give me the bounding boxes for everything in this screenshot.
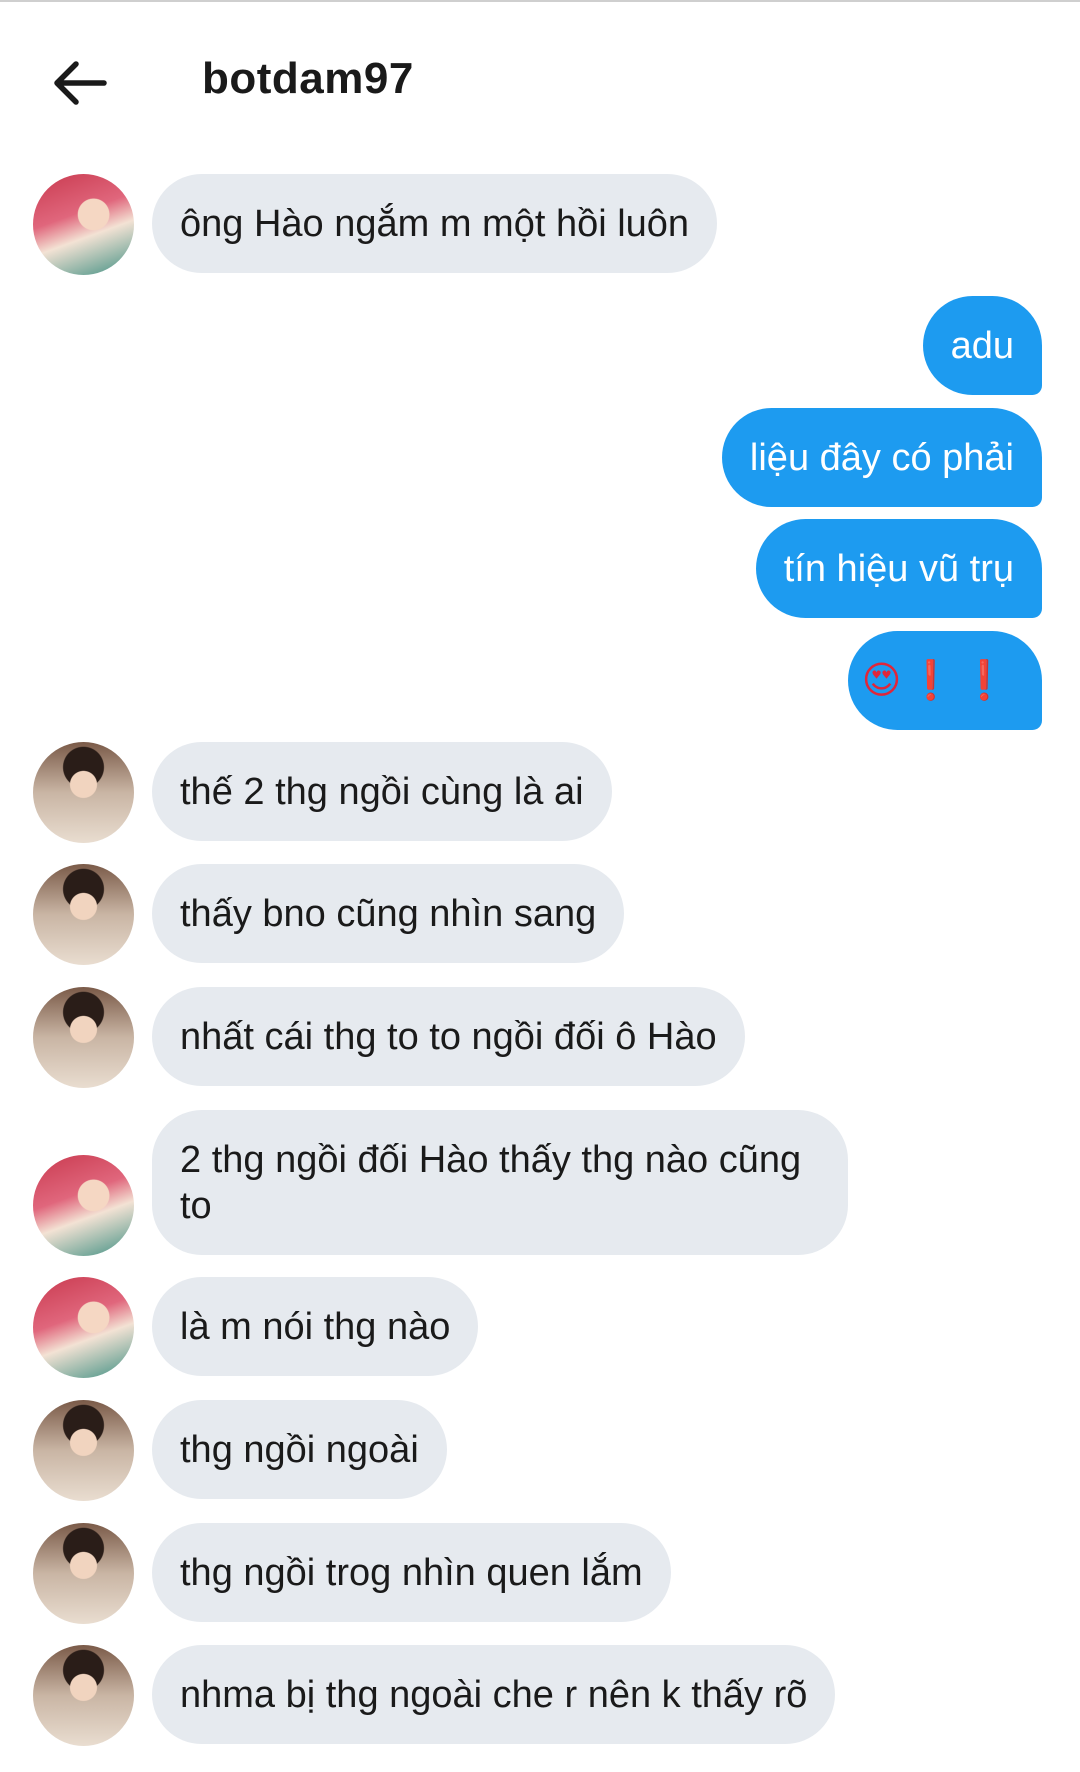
outgoing-message[interactable]: adu <box>922 296 1042 395</box>
avatar[interactable] <box>33 1277 134 1378</box>
avatar[interactable] <box>33 1645 134 1746</box>
avatar[interactable] <box>33 864 134 965</box>
message-text: là m nói thg nào <box>180 1305 451 1348</box>
outgoing-message[interactable]: liệu đây có phải <box>721 408 1042 507</box>
chat-header: botdam97 <box>0 30 1080 130</box>
message-text: adu <box>950 324 1014 367</box>
message-text: 2 thg ngồi đối Hào thấy thg nào cũng to <box>180 1138 802 1227</box>
incoming-message[interactable]: nhất cái thg to to ngồi đối ô Hào <box>152 987 745 1086</box>
incoming-message[interactable]: là m nói thg nào <box>152 1277 479 1376</box>
message-text: thế 2 thg ngồi cùng là ai <box>180 770 584 813</box>
incoming-message[interactable]: thấy bno cũng nhìn sang <box>152 864 625 963</box>
incoming-message[interactable]: ông Hào ngắm m một hồi luôn <box>152 174 718 273</box>
message-text: tín hiệu vũ trụ <box>783 547 1014 590</box>
message-text: nhất cái thg to to ngồi đối ô Hào <box>180 1015 717 1058</box>
status-divider <box>0 0 1080 2</box>
avatar[interactable] <box>33 742 134 843</box>
message-text: ông Hào ngắm m một hồi luôn <box>180 202 690 245</box>
incoming-message[interactable]: nhma bị thg ngoài che r nên k thấy rõ <box>152 1645 836 1744</box>
message-text: 😍❗❗ <box>861 659 1014 702</box>
message-text: thg ngồi ngoài <box>180 1428 419 1471</box>
avatar[interactable] <box>33 1523 134 1624</box>
message-text: thg ngồi trog nhìn quen lắm <box>180 1551 643 1594</box>
incoming-message[interactable]: thế 2 thg ngồi cùng là ai <box>152 742 612 841</box>
avatar[interactable] <box>33 1155 134 1256</box>
message-text: nhma bị thg ngoài che r nên k thấy rõ <box>180 1673 808 1716</box>
avatar[interactable] <box>33 174 134 275</box>
outgoing-message[interactable]: 😍❗❗ <box>848 631 1042 730</box>
avatar[interactable] <box>33 1400 134 1501</box>
message-text: liệu đây có phải <box>749 436 1014 479</box>
avatar[interactable] <box>33 987 134 1088</box>
back-button[interactable] <box>46 50 112 116</box>
conversation-title[interactable]: botdam97 <box>202 54 414 104</box>
incoming-message[interactable]: thg ngồi trog nhìn quen lắm <box>152 1523 671 1622</box>
message-text: thấy bno cũng nhìn sang <box>180 892 597 935</box>
outgoing-message[interactable]: tín hiệu vũ trụ <box>755 519 1042 618</box>
arrow-left-icon <box>54 61 107 105</box>
incoming-message[interactable]: 2 thg ngồi đối Hào thấy thg nào cũng to <box>152 1110 848 1255</box>
incoming-message[interactable]: thg ngồi ngoài <box>152 1400 447 1499</box>
